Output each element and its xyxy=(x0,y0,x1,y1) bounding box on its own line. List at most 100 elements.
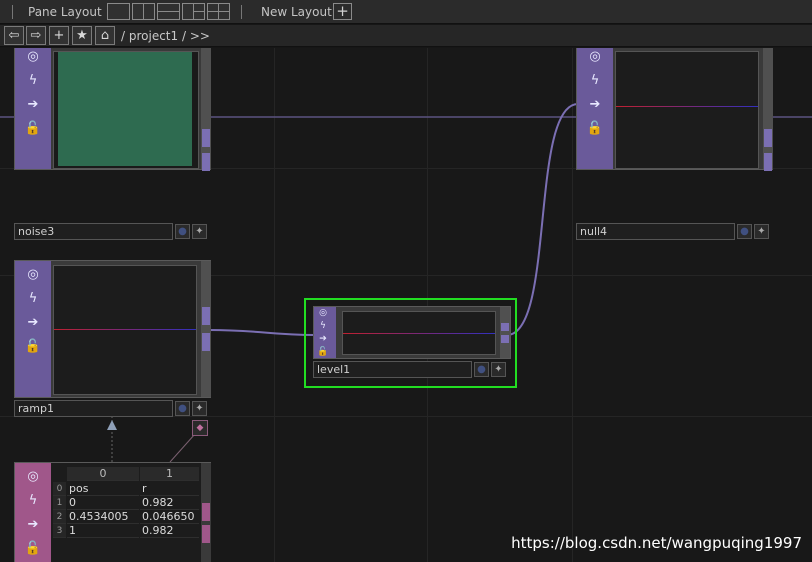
viewer-icon[interactable]: ◎ xyxy=(23,265,43,285)
export-icon[interactable]: ➔ xyxy=(585,95,605,115)
bypass-icon[interactable]: ϟ xyxy=(23,289,43,309)
output-port[interactable] xyxy=(764,153,772,171)
table-cell: pos xyxy=(67,482,139,496)
node-name-label[interactable]: ramp1 xyxy=(14,400,173,417)
lock-icon[interactable]: 🔓 xyxy=(585,119,605,139)
table-row-index: 2 xyxy=(53,510,66,524)
node-side-strip: ◎ ϟ ➔ 🔓 xyxy=(15,261,51,397)
node-side-strip: ◎ ϟ ➔ 🔓 xyxy=(15,48,51,169)
back-button[interactable]: ⇦ xyxy=(4,26,24,45)
pane-toolbar: Pane Layout New Layout + xyxy=(0,0,812,24)
node-side-strip: ◎ ϟ ➔ 🔓 xyxy=(577,48,613,169)
node-name-label[interactable]: noise3 xyxy=(14,223,173,240)
node-name-label[interactable]: level1 xyxy=(313,361,472,378)
noise-preview xyxy=(58,52,192,166)
layout-four-pane-button[interactable] xyxy=(207,3,230,20)
table-cell: 1 xyxy=(67,524,139,538)
node-noise3[interactable]: ◎ ϟ ➔ 🔓 noise3 ● ✦ xyxy=(14,48,211,240)
table-viewer: 0 1 0 pos r 1 0 0.982 2 0.4534005 0.0466… xyxy=(53,467,199,562)
table-row-index: 1 xyxy=(53,496,66,510)
node-viewer xyxy=(53,265,197,395)
table-col-header: 0 xyxy=(67,467,139,481)
node-viewer xyxy=(53,51,199,169)
export-icon[interactable]: ➔ xyxy=(23,313,43,333)
favorite-star-icon[interactable]: ★ xyxy=(72,26,92,45)
lock-icon[interactable]: 🔓 xyxy=(23,539,43,559)
export-icon[interactable]: ➔ xyxy=(23,515,43,535)
separator xyxy=(241,5,242,19)
node-null4[interactable]: ◎ ϟ ➔ 🔓 null4 ● ✦ xyxy=(576,48,773,240)
viewer-icon[interactable]: ◎ xyxy=(315,307,331,319)
network-path-bar: ⇦ ⇨ + ★ ⌂ / project1 / >> xyxy=(0,25,812,47)
add-button[interactable]: + xyxy=(49,26,69,45)
arrow-up-icon xyxy=(107,420,117,430)
home-icon[interactable]: ⌂ xyxy=(95,26,115,45)
output-port[interactable] xyxy=(202,333,210,351)
bypass-flag[interactable]: ✦ xyxy=(754,224,769,239)
table-cell: 0.4534005 xyxy=(67,510,139,524)
bypass-icon[interactable]: ϟ xyxy=(23,71,43,91)
channel-curve xyxy=(54,329,196,330)
table-cell: 0.982 xyxy=(140,496,199,510)
lock-icon[interactable]: 🔓 xyxy=(23,119,43,139)
viewer-flag[interactable]: ● xyxy=(175,401,190,416)
bypass-flag[interactable]: ✦ xyxy=(192,224,207,239)
node-level1[interactable]: ◎ ϟ ➔ 🔓 level1 ● ✦ xyxy=(304,298,517,388)
layout-single-button[interactable] xyxy=(107,3,130,20)
output-port[interactable] xyxy=(202,129,210,147)
viewer-flag[interactable]: ● xyxy=(175,224,190,239)
viewer-flag[interactable]: ● xyxy=(474,362,489,377)
watermark: https://blog.csdn.net/wangpuqing1997 xyxy=(511,534,802,552)
separator xyxy=(12,5,13,19)
wire[interactable] xyxy=(506,103,579,336)
node-name-label[interactable]: null4 xyxy=(576,223,735,240)
table-row-index: 0 xyxy=(53,482,66,496)
reference-link xyxy=(169,433,196,463)
output-port[interactable] xyxy=(202,153,210,171)
table-col-header: 1 xyxy=(140,467,199,481)
pin-icon[interactable]: ◆ xyxy=(192,420,208,436)
lock-icon[interactable]: 🔓 xyxy=(23,337,43,357)
viewer-icon[interactable]: ◎ xyxy=(23,467,43,487)
node-viewer xyxy=(342,311,496,355)
bypass-icon[interactable]: ϟ xyxy=(23,491,43,511)
output-port[interactable] xyxy=(202,503,210,521)
pane-layout-label: Pane Layout xyxy=(28,5,102,19)
layout-split-horizontal-button[interactable] xyxy=(157,3,180,20)
layout-three-pane-button[interactable] xyxy=(182,3,205,20)
table-cell: 0.046650 xyxy=(140,510,199,524)
node-viewer xyxy=(615,51,759,169)
export-icon[interactable]: ➔ xyxy=(315,333,331,345)
node-side-strip: ◎ ϟ ➔ 🔓 xyxy=(314,307,336,358)
network-editor[interactable]: ◎ ϟ ➔ 🔓 noise3 ● ✦ ◎ ϟ ➔ 🔓 null4 ● ✦ ◎ ϟ… xyxy=(0,48,812,562)
output-port[interactable] xyxy=(764,129,772,147)
output-port[interactable] xyxy=(501,335,509,343)
viewer-icon[interactable]: ◎ xyxy=(23,48,43,67)
layout-split-vertical-button[interactable] xyxy=(132,3,155,20)
lock-icon[interactable]: 🔓 xyxy=(315,346,331,358)
network-path[interactable]: / project1 / >> xyxy=(121,29,210,43)
forward-button[interactable]: ⇨ xyxy=(26,26,46,45)
bypass-icon[interactable]: ϟ xyxy=(315,320,331,332)
table-row-index: 3 xyxy=(53,524,66,538)
export-icon[interactable]: ➔ xyxy=(23,95,43,115)
channel-curve xyxy=(343,333,495,334)
new-layout-button[interactable]: + xyxy=(333,3,352,20)
new-layout-label: New Layout xyxy=(261,5,332,19)
output-port[interactable] xyxy=(202,307,210,325)
channel-curve xyxy=(616,106,758,107)
bypass-flag[interactable]: ✦ xyxy=(491,362,506,377)
viewer-icon[interactable]: ◎ xyxy=(585,48,605,67)
wire[interactable] xyxy=(208,329,316,336)
output-port[interactable] xyxy=(501,323,509,331)
table-cell: r xyxy=(140,482,199,496)
node-ramp1[interactable]: ◎ ϟ ➔ 🔓 ramp1 ● ✦ xyxy=(14,260,211,418)
output-port[interactable] xyxy=(202,525,210,543)
viewer-flag[interactable]: ● xyxy=(737,224,752,239)
table-cell: 0 xyxy=(67,496,139,510)
node-side-strip: ◎ ϟ ➔ 🔓 xyxy=(15,463,51,562)
table-cell: 0.982 xyxy=(140,524,199,538)
node-table-dat[interactable]: ◎ ϟ ➔ 🔓 0 1 0 pos r 1 0 0.982 2 0.453400… xyxy=(14,462,211,562)
bypass-flag[interactable]: ✦ xyxy=(192,401,207,416)
bypass-icon[interactable]: ϟ xyxy=(585,71,605,91)
